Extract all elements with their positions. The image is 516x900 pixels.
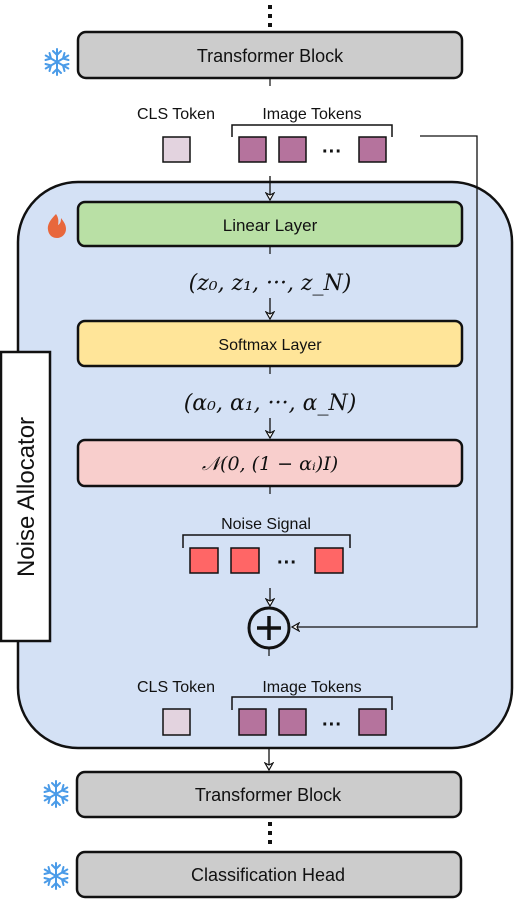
noise-allocator-label-box: Noise Allocator (0, 350, 52, 643)
ellipsis-bottom: ··· (322, 714, 342, 736)
transformer-block-bottom: Transformer Block (75, 770, 463, 819)
transformer-block-top-label: Transformer Block (197, 46, 344, 66)
image-tokens-label-top: Image Tokens (262, 106, 361, 123)
snowflake-icon (43, 862, 69, 890)
gaussian-noise-label: 𝒩(0, (1 − αᵢ)I) (202, 453, 338, 475)
image-tokens-bracket-top (231, 124, 393, 137)
softmax-layer-label: Softmax Layer (218, 337, 322, 354)
noise-signal-label: Noise Signal (221, 516, 311, 533)
transformer-block-bottom-label: Transformer Block (195, 785, 342, 805)
ellipsis-noise: ··· (277, 552, 297, 574)
z-vector: (z₀, z₁, ···, z_N) (189, 271, 352, 296)
linear-layer-label: Linear Layer (223, 216, 318, 235)
cls-token-bottom (162, 708, 191, 736)
linear-layer: Linear Layer (76, 200, 464, 248)
ellipsis-vertical-bottom (268, 822, 272, 844)
softmax-layer: Softmax Layer (76, 319, 464, 368)
cls-token-label-top: CLS Token (137, 106, 215, 123)
alpha-vector: (α₀, α₁, ···, α_N) (184, 391, 357, 416)
image-tokens-top (238, 136, 387, 163)
noise-allocator-label: Noise Allocator (13, 417, 40, 577)
classification-head-label: Classification Head (191, 865, 345, 885)
diagram: Transformer Block CLS Token Image Tokens… (0, 5, 514, 899)
transformer-block-top: Transformer Block (76, 30, 464, 80)
ellipsis-vertical-top (268, 5, 272, 27)
ellipsis-top: ··· (322, 141, 342, 163)
snowflake-icon (44, 48, 70, 76)
cls-token-top (162, 136, 191, 163)
cls-token-label-bottom: CLS Token (137, 679, 215, 696)
image-tokens-label-bottom: Image Tokens (262, 679, 361, 696)
snowflake-icon (43, 780, 69, 808)
classification-head: Classification Head (75, 850, 463, 899)
gaussian-noise-block: 𝒩(0, (1 − αᵢ)I) (76, 438, 464, 488)
